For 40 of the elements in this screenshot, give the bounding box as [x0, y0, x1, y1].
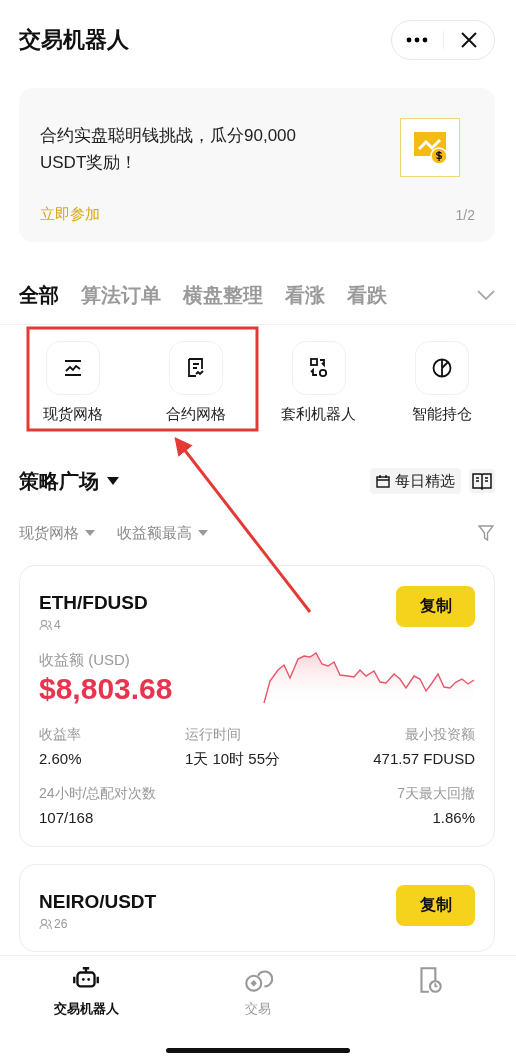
nav-label[interactable]: 交易机器人 [53, 1000, 119, 1018]
people-icon [39, 918, 52, 930]
pair-name: NEIRO/USDT [39, 891, 157, 913]
stat-value: 1.86% [431, 809, 475, 826]
copy-button[interactable]: 复制 [396, 885, 475, 926]
stat-value: 471.57 FDUSD [373, 750, 475, 767]
filter-dropdown[interactable]: 收益额最高 [117, 523, 208, 543]
people-icon [39, 619, 52, 631]
profit-value: $8,803.68 [39, 672, 173, 706]
stat-value: 2.60% [39, 750, 83, 767]
page-title: 交易机器人 [19, 26, 129, 54]
category-tab[interactable]: 全部 [19, 281, 59, 309]
stat-label: 7天最大回撤 [396, 785, 475, 803]
banner-text: 合约实盘聪明钱挑战，瓜分90,000 USDT奖励！ [40, 125, 297, 174]
stat-label: 收益率 [39, 726, 82, 744]
stat-value: 107/168 [39, 809, 95, 826]
dropdown-caret-icon [85, 530, 95, 536]
filter-dropdown[interactable]: 现货网格 [19, 523, 95, 543]
calendar-icon [376, 474, 390, 488]
section-title[interactable]: 策略广场 [19, 467, 99, 495]
follower-count: 26 [54, 917, 68, 931]
stat-value: 1天 10时 55分 [185, 750, 282, 769]
daily-pick-button[interactable]: 每日精选 [370, 468, 461, 494]
shortcut-label[interactable]: 套利机器人 [281, 405, 357, 424]
stat-label: 最小投资额 [404, 726, 475, 744]
stat-label: 24小时/总配对次数 [39, 785, 158, 803]
book-icon[interactable] [469, 469, 495, 493]
filter-icon[interactable] [478, 525, 494, 541]
profit-label: 收益额 (USD) [39, 651, 131, 670]
dropdown-caret-icon [198, 530, 208, 536]
pair-name: ETH/FDUSD [39, 592, 148, 614]
page-indicator: 1/2 [455, 206, 475, 223]
dropdown-caret-icon[interactable] [107, 477, 119, 485]
shortcut-label[interactable]: 现货网格 [43, 405, 104, 424]
promo-chart-icon [400, 118, 460, 177]
shortcut-label[interactable]: 智能持仓 [411, 405, 472, 424]
copy-button[interactable]: 复制 [396, 586, 475, 627]
stat-label: 运行时间 [185, 726, 242, 744]
shortcut-label[interactable]: 合约网格 [166, 405, 227, 424]
follower-count: 4 [54, 618, 61, 632]
